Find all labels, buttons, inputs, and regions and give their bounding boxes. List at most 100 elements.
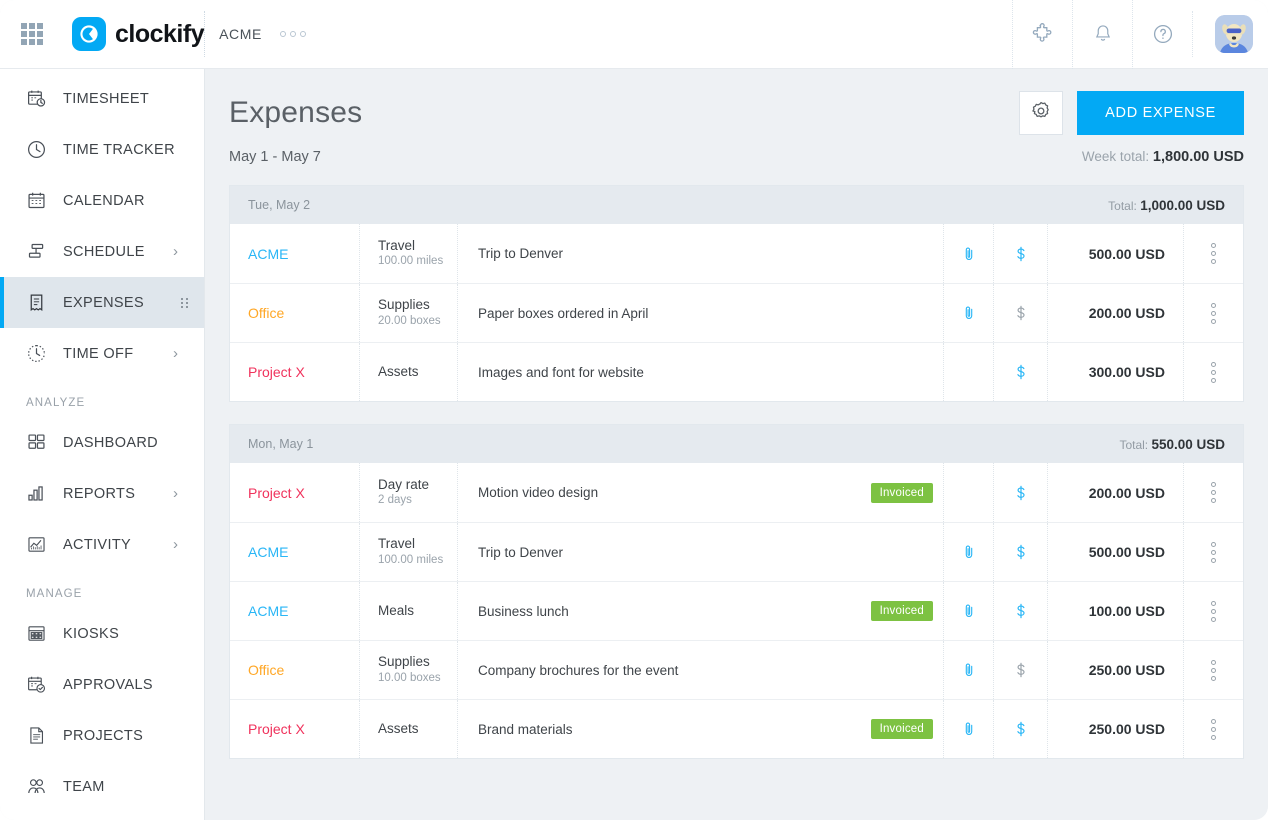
add-expense-button[interactable]: ADD EXPENSE — [1077, 91, 1244, 135]
table-row[interactable]: ACME Meals Business lunch Invoiced 100.0… — [230, 581, 1243, 640]
apps-grid-icon[interactable] — [21, 23, 43, 45]
row-category[interactable]: Travel 100.00 miles — [360, 523, 458, 581]
row-more-menu-icon[interactable] — [1183, 523, 1243, 581]
sidebar-item-approvals[interactable]: APPROVALS — [0, 659, 204, 710]
user-avatar[interactable] — [1215, 15, 1253, 53]
notifications-bell-icon[interactable] — [1072, 0, 1132, 69]
category-quantity: 20.00 boxes — [378, 314, 441, 327]
row-category[interactable]: Supplies 10.00 boxes — [360, 641, 458, 699]
attachment-icon[interactable] — [943, 224, 993, 283]
sidebar-item-schedule[interactable]: SCHEDULE › — [0, 226, 204, 277]
row-status: Invoiced — [833, 700, 943, 758]
category-quantity: 2 days — [378, 494, 412, 507]
billable-dollar-icon[interactable] — [993, 641, 1047, 699]
clock-icon — [24, 138, 48, 162]
billable-dollar-icon[interactable] — [993, 224, 1047, 283]
sidebar-item-activity[interactable]: ACTIVITY › — [0, 519, 204, 570]
table-row[interactable]: Office Supplies 20.00 boxes Paper boxes … — [230, 283, 1243, 342]
table-row[interactable]: ACME Travel 100.00 miles Trip to Denver … — [230, 224, 1243, 283]
row-category[interactable]: Assets — [360, 700, 458, 758]
more-horizontal-icon[interactable] — [276, 27, 310, 41]
clockify-logo[interactable]: clockify — [72, 17, 205, 51]
row-project[interactable]: ACME — [230, 582, 360, 640]
expense-group: Mon, May 1 Total: 550.00 USD Project X D… — [229, 424, 1244, 759]
row-more-menu-icon[interactable] — [1183, 343, 1243, 401]
category-name: Travel — [378, 237, 416, 253]
sidebar-item-label: DASHBOARD — [63, 434, 158, 451]
settings-button[interactable] — [1019, 91, 1064, 135]
sidebar-item-team[interactable]: TEAM — [0, 761, 204, 812]
table-row[interactable]: Office Supplies 10.00 boxes Company broc… — [230, 640, 1243, 699]
sidebar-item-time-off[interactable]: TIME OFF › — [0, 328, 204, 379]
row-more-menu-icon[interactable] — [1183, 224, 1243, 283]
row-description[interactable]: Paper boxes ordered in April — [458, 284, 833, 342]
table-row[interactable]: ACME Travel 100.00 miles Trip to Denver … — [230, 522, 1243, 581]
row-category[interactable]: Supplies 20.00 boxes — [360, 284, 458, 342]
sidebar-item-label: TIME TRACKER — [63, 141, 175, 158]
billable-dollar-icon[interactable] — [993, 284, 1047, 342]
row-more-menu-icon[interactable] — [1183, 582, 1243, 640]
clockify-logo-mark — [72, 17, 106, 51]
drag-handle-icon[interactable] — [181, 297, 188, 308]
attachment-icon[interactable] — [943, 284, 993, 342]
table-row[interactable]: Project X Assets Images and font for web… — [230, 342, 1243, 401]
category-name: Day rate — [378, 476, 430, 492]
category-name: Travel — [378, 536, 416, 552]
sidebar-item-calendar[interactable]: CALENDAR — [0, 175, 204, 226]
sidebar-item-expenses[interactable]: EXPENSES — [0, 277, 204, 328]
sidebar-item-dashboard[interactable]: DASHBOARD — [0, 417, 204, 468]
integrations-puzzle-icon[interactable] — [1012, 0, 1072, 69]
row-description[interactable]: Business lunch — [458, 582, 833, 640]
group-total: Total: 1,000.00 USD — [1108, 197, 1225, 213]
row-description[interactable]: Trip to Denver — [458, 523, 833, 581]
row-category[interactable]: Day rate 2 days — [360, 463, 458, 522]
row-project[interactable]: Project X — [230, 463, 360, 522]
billable-dollar-icon[interactable] — [993, 463, 1047, 522]
row-project[interactable]: Project X — [230, 700, 360, 758]
chevron-right-icon: › — [173, 536, 178, 553]
row-project[interactable]: Office — [230, 284, 360, 342]
page-header-actions: ADD EXPENSE — [1019, 91, 1244, 135]
attachment-icon[interactable] — [943, 523, 993, 581]
billable-dollar-icon[interactable] — [993, 700, 1047, 758]
status-badge: Invoiced — [870, 719, 933, 739]
attachment-icon[interactable] — [943, 582, 993, 640]
sidebar-item-time-tracker[interactable]: TIME TRACKER — [0, 124, 204, 175]
row-more-menu-icon[interactable] — [1183, 641, 1243, 699]
sidebar-item-timesheet[interactable]: TIMESHEET — [0, 73, 204, 124]
row-description[interactable]: Brand materials — [458, 700, 833, 758]
sidebar-item-label: PROJECTS — [63, 727, 144, 744]
row-project[interactable]: ACME — [230, 224, 360, 283]
row-more-menu-icon[interactable] — [1183, 700, 1243, 758]
row-category[interactable]: Travel 100.00 miles — [360, 224, 458, 283]
sidebar-item-kiosks[interactable]: KIOSKS — [0, 608, 204, 659]
workspace-selector[interactable]: ACME — [205, 26, 276, 42]
billable-dollar-icon[interactable] — [993, 343, 1047, 401]
sidebar-item-reports[interactable]: REPORTS › — [0, 468, 204, 519]
billable-dollar-icon[interactable] — [993, 523, 1047, 581]
billable-dollar-icon[interactable] — [993, 582, 1047, 640]
help-question-icon[interactable] — [1132, 0, 1192, 69]
attachment-icon[interactable] — [943, 641, 993, 699]
table-row[interactable]: Project X Day rate 2 days Motion video d… — [230, 463, 1243, 522]
row-category[interactable]: Assets — [360, 343, 458, 401]
row-description[interactable]: Motion video design — [458, 463, 833, 522]
receipt-icon — [24, 291, 48, 315]
sidebar-item-label: TIME OFF — [63, 345, 134, 362]
row-project[interactable]: Project X — [230, 343, 360, 401]
attachment-icon[interactable] — [943, 700, 993, 758]
row-project[interactable]: ACME — [230, 523, 360, 581]
row-description[interactable]: Trip to Denver — [458, 224, 833, 283]
table-row[interactable]: Project X Assets Brand materials Invoice… — [230, 699, 1243, 758]
row-more-menu-icon[interactable] — [1183, 463, 1243, 522]
kiosk-icon — [24, 622, 48, 646]
main-content: Expenses ADD EXPENSE May 1 - May 7 Week … — [205, 69, 1268, 820]
row-description[interactable]: Images and font for website — [458, 343, 833, 401]
date-range-label[interactable]: May 1 - May 7 — [229, 149, 321, 165]
sidebar-item-projects[interactable]: PROJECTS — [0, 710, 204, 761]
row-description[interactable]: Company brochures for the event — [458, 641, 833, 699]
row-category[interactable]: Meals — [360, 582, 458, 640]
row-project[interactable]: Office — [230, 641, 360, 699]
row-more-menu-icon[interactable] — [1183, 284, 1243, 342]
category-name: Meals — [378, 602, 415, 618]
